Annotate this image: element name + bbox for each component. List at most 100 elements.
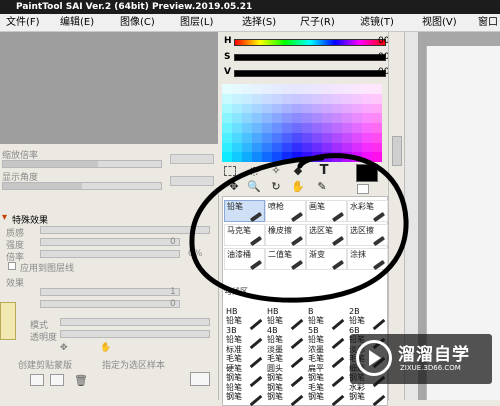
palette-swatch[interactable] xyxy=(322,103,332,114)
palette-swatch[interactable] xyxy=(312,132,322,143)
palette-swatch[interactable] xyxy=(282,132,292,143)
palette-swatch[interactable] xyxy=(302,103,312,114)
palette-swatch[interactable] xyxy=(322,93,332,104)
palette-swatch[interactable] xyxy=(232,84,242,94)
effect-slider-2[interactable] xyxy=(40,300,180,308)
move-icon[interactable]: ✥ xyxy=(60,343,68,353)
palette-swatch[interactable] xyxy=(312,142,322,153)
zoom-spinbox[interactable] xyxy=(170,154,214,164)
palette-swatch[interactable] xyxy=(322,132,332,143)
palette-swatch[interactable] xyxy=(312,113,322,123)
palette-swatch[interactable] xyxy=(292,123,302,133)
palette-swatch[interactable] xyxy=(332,132,342,143)
palette-swatch[interactable] xyxy=(272,132,282,143)
palette-swatch[interactable] xyxy=(362,93,372,104)
palette-swatch[interactable] xyxy=(262,132,272,143)
palette-swatch[interactable] xyxy=(272,152,282,162)
brush-tool[interactable]: 选区笔 xyxy=(306,224,347,247)
palette-swatch[interactable] xyxy=(272,142,282,153)
palette-swatch[interactable] xyxy=(342,132,352,143)
hue-slider[interactable] xyxy=(234,39,386,46)
palette-swatch[interactable] xyxy=(272,93,282,104)
palette-swatch[interactable] xyxy=(282,84,292,94)
palette-swatch[interactable] xyxy=(342,142,352,153)
brush-tool[interactable]: 马克笔 xyxy=(224,224,265,247)
palette-swatch[interactable] xyxy=(232,123,242,133)
menu-filter[interactable]: 滤镜(T) xyxy=(360,16,394,30)
palette-swatch[interactable] xyxy=(282,142,292,153)
palette-swatch[interactable] xyxy=(242,103,252,114)
saturation-slider[interactable] xyxy=(234,54,386,61)
menu-edit[interactable]: 编辑(E) xyxy=(60,16,94,30)
palette-swatch[interactable] xyxy=(312,123,322,133)
palette-swatch[interactable] xyxy=(342,123,352,133)
palette-swatch[interactable] xyxy=(352,142,362,153)
navigator-preview[interactable] xyxy=(0,32,218,144)
swatch-grid[interactable] xyxy=(222,84,382,162)
text-tool-icon[interactable]: T xyxy=(316,164,332,178)
palette-swatch[interactable] xyxy=(242,152,252,162)
brush-tool[interactable]: 水彩笔 xyxy=(347,200,388,223)
palette-swatch[interactable] xyxy=(262,113,272,123)
brush-tool[interactable]: 渐变 xyxy=(306,248,347,271)
palette-swatch[interactable] xyxy=(332,142,342,153)
palette-swatch[interactable] xyxy=(242,142,252,153)
palette-swatch[interactable] xyxy=(222,142,232,153)
palette-swatch[interactable] xyxy=(352,123,362,133)
palette-swatch[interactable] xyxy=(222,84,232,94)
palette-swatch[interactable] xyxy=(222,152,232,162)
palette-swatch[interactable] xyxy=(372,142,382,153)
palette-swatch[interactable] xyxy=(252,142,262,153)
rotate-icon[interactable]: ↻ xyxy=(268,180,284,194)
rect-select-icon[interactable] xyxy=(224,166,236,176)
angle-spinbox[interactable] xyxy=(170,176,214,186)
shape-icon[interactable]: ◆ xyxy=(290,164,306,178)
palette-swatch[interactable] xyxy=(362,113,372,123)
hand-tool-icon[interactable]: ✋ xyxy=(290,180,306,194)
palette-swatch[interactable] xyxy=(352,93,362,104)
palette-swatch[interactable] xyxy=(282,113,292,123)
scale-slider[interactable] xyxy=(40,250,180,258)
palette-swatch[interactable] xyxy=(352,152,362,162)
palette-swatch[interactable] xyxy=(222,123,232,133)
palette-swatch[interactable] xyxy=(262,103,272,114)
palette-swatch[interactable] xyxy=(362,152,372,162)
menu-image[interactable]: 图像(C) xyxy=(120,16,155,30)
palette-swatch[interactable] xyxy=(222,103,232,114)
brush-tool[interactable]: 橡皮擦 xyxy=(265,224,306,247)
palette-swatch[interactable] xyxy=(242,113,252,123)
palette-swatch[interactable] xyxy=(342,103,352,114)
brush-tool[interactable]: 喷枪 xyxy=(265,200,306,223)
palette-swatch[interactable] xyxy=(292,103,302,114)
palette-swatch[interactable] xyxy=(302,142,312,153)
palette-swatch[interactable] xyxy=(262,93,272,104)
palette-swatch[interactable] xyxy=(352,84,362,94)
palette-swatch[interactable] xyxy=(312,103,322,114)
palette-swatch[interactable] xyxy=(252,103,262,114)
palette-swatch[interactable] xyxy=(332,152,342,162)
palette-swatch[interactable] xyxy=(362,142,372,153)
palette-swatch[interactable] xyxy=(252,113,262,123)
strength-slider[interactable] xyxy=(40,238,180,246)
palette-swatch[interactable] xyxy=(372,93,382,104)
palette-swatch[interactable] xyxy=(252,152,262,162)
palette-swatch[interactable] xyxy=(292,113,302,123)
palette-swatch[interactable] xyxy=(302,93,312,104)
palette-swatch[interactable] xyxy=(302,84,312,94)
palette-swatch[interactable] xyxy=(222,113,232,123)
palette-swatch[interactable] xyxy=(242,93,252,104)
palette-swatch[interactable] xyxy=(292,84,302,94)
palette-swatch[interactable] xyxy=(282,93,292,104)
menu-select[interactable]: 选择(S) xyxy=(242,16,276,30)
palette-swatch[interactable] xyxy=(292,152,302,162)
palette-swatch[interactable] xyxy=(332,113,342,123)
palette-swatch[interactable] xyxy=(282,152,292,162)
palette-swatch[interactable] xyxy=(372,113,382,123)
value-slider[interactable] xyxy=(234,70,386,77)
middle-scrollbar-thumb[interactable] xyxy=(392,136,402,166)
texture-select[interactable] xyxy=(40,226,210,234)
palette-swatch[interactable] xyxy=(342,84,352,94)
palette-swatch[interactable] xyxy=(322,123,332,133)
lasso-icon[interactable]: ◌ xyxy=(246,164,262,178)
palette-swatch[interactable] xyxy=(372,103,382,114)
